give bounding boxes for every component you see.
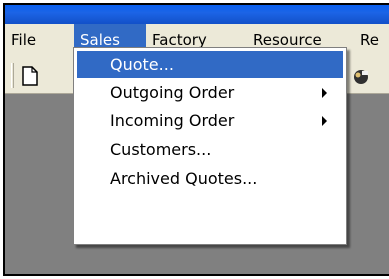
menu-item-archived-quotes[interactable]: Archived Quotes... xyxy=(77,165,343,192)
sales-dropdown-menu: Quote... Outgoing Order Incoming Order C… xyxy=(73,47,347,245)
menu-item-label: Customers... xyxy=(110,140,212,159)
menu-item-label: Outgoing Order xyxy=(110,83,235,102)
menu-item-outgoing-order[interactable]: Outgoing Order xyxy=(77,79,343,106)
menu-item-customers[interactable]: Customers... xyxy=(77,136,343,163)
submenu-arrow-icon xyxy=(322,116,327,126)
menu-item-incoming-order[interactable]: Incoming Order xyxy=(77,107,343,134)
title-bar xyxy=(5,5,389,24)
menu-item-quote[interactable]: Quote... xyxy=(77,51,343,78)
menu-file[interactable]: File xyxy=(5,24,42,57)
menu-item-label: Quote... xyxy=(110,55,174,74)
app-window: File Sales Factory Resource Re Quote... … xyxy=(3,3,389,276)
menu-item-label: Archived Quotes... xyxy=(110,169,258,188)
menu-item-label: Incoming Order xyxy=(110,111,235,130)
submenu-arrow-icon xyxy=(322,88,327,98)
menu-re[interactable]: Re xyxy=(354,24,389,57)
new-document-icon[interactable] xyxy=(19,65,41,87)
toolbar-grip[interactable] xyxy=(11,63,14,88)
app-icon[interactable] xyxy=(350,65,372,87)
